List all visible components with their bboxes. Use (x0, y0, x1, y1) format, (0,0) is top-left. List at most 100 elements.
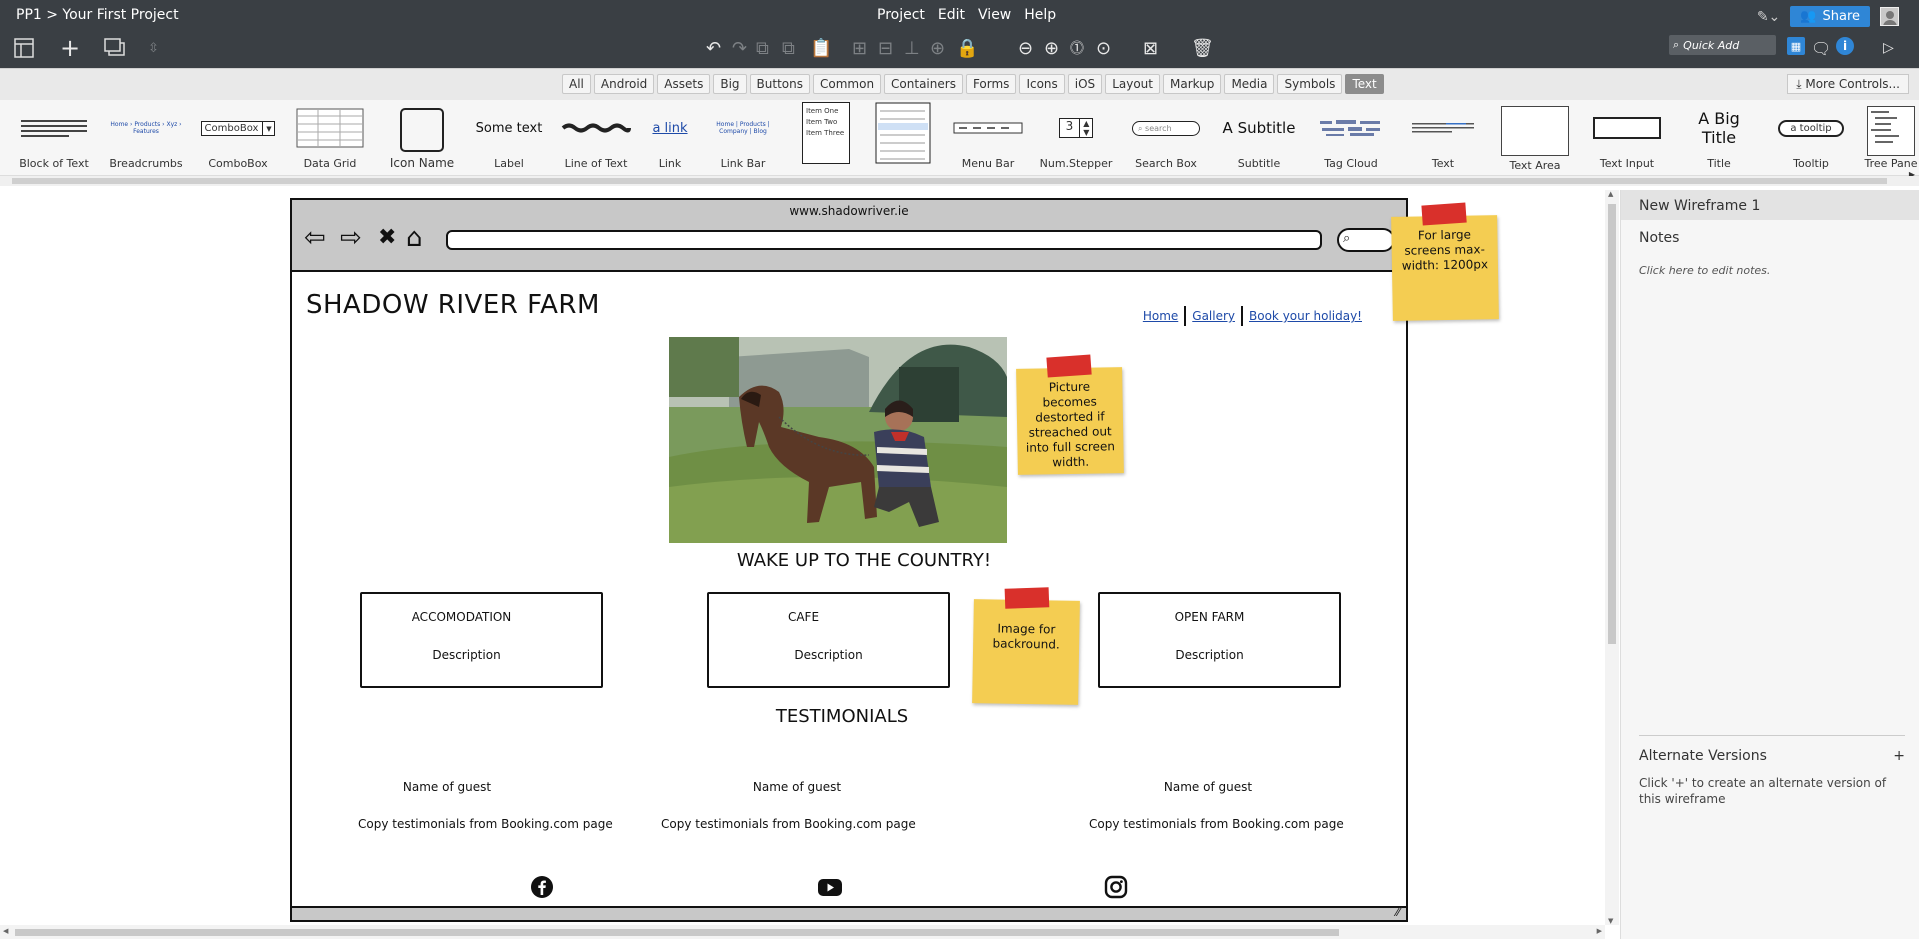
ungroup-icon[interactable]: ⊟ (878, 36, 893, 60)
menu-help[interactable]: Help (1024, 7, 1056, 23)
tab-buttons[interactable]: Buttons (749, 74, 810, 94)
library-scrollbar[interactable] (0, 176, 1919, 186)
subtitle-preview: A Subtitle (1222, 119, 1296, 137)
zoom-in-icon[interactable]: ⊕ (1044, 36, 1059, 60)
tab-media[interactable]: Media (1224, 74, 1275, 94)
actual-size-icon[interactable]: ⓵ (1070, 36, 1084, 60)
tab-big[interactable]: Big (713, 74, 747, 94)
library-item[interactable]: Text Area (1495, 100, 1575, 176)
grid-view-icon[interactable]: ▦ (1787, 37, 1805, 55)
browser-window-mockup[interactable]: www.shadowriver.ie ⇦ ⇨ ✖ ⌂ ⌕ SHADOW RIVE… (290, 198, 1408, 922)
back-arrow-icon: ⇦ (304, 223, 326, 253)
library-item[interactable]: Some text Label (469, 100, 549, 176)
undo-icon[interactable]: ↶ (706, 36, 721, 60)
library-item-label: Icon Name (389, 156, 455, 170)
library-filter-bar: All Android Assets Big Buttons Common Containe… (0, 68, 1919, 100)
canvas-vertical-scrollbar[interactable]: ▲ ▼ (1605, 190, 1619, 925)
library-item[interactable]: Block of Text (14, 100, 94, 176)
project-breadcrumb[interactable]: PP1 > Your First Project (16, 7, 179, 23)
nav-link-home[interactable]: Home (1137, 309, 1184, 323)
library-item[interactable]: Tag Cloud (1311, 100, 1391, 176)
wireframe-canvas[interactable]: www.shadowriver.ie ⇦ ⇨ ✖ ⌂ ⌕ SHADOW RIVE… (0, 190, 1605, 925)
library-item[interactable]: a tooltip Tooltip (1771, 100, 1851, 176)
tab-common[interactable]: Common (813, 74, 882, 94)
library-item[interactable]: 3 ▲ ▼ Num.Stepper (1036, 100, 1116, 176)
paste-style-icon[interactable]: ⧉ (782, 36, 795, 60)
library-item[interactable]: Text (1403, 100, 1483, 176)
combobox-preview: ComboBox (204, 122, 259, 134)
clipboard-icon[interactable]: 📋 (810, 36, 832, 60)
card-description: Description (1175, 648, 1244, 662)
tab-icons[interactable]: Icons (1019, 74, 1065, 94)
notes-edit-area[interactable]: Click here to edit notes. (1621, 246, 1919, 277)
comment-icon[interactable]: 🗨 (1811, 36, 1831, 60)
library-item[interactable]: ⌕ search Search Box (1126, 100, 1206, 176)
present-icon[interactable]: ▷ (1883, 36, 1894, 60)
tab-containers[interactable]: Containers (884, 74, 963, 94)
library-item[interactable]: A Subtitle Subtitle (1219, 100, 1299, 176)
tab-markup[interactable]: Markup (1162, 74, 1222, 94)
card-description: Description (432, 648, 501, 662)
copy-icon[interactable]: ⧉ (756, 36, 769, 60)
tab-forms[interactable]: Forms (965, 74, 1017, 94)
testimonial-guest-name: Name of guest (752, 780, 842, 794)
duplicate-icon[interactable] (104, 36, 130, 60)
library-item-label: Num.Stepper (1039, 157, 1113, 170)
tab-assets[interactable]: Assets (657, 74, 711, 94)
library-item[interactable]: Icon Name (382, 100, 462, 176)
sort-icon[interactable]: ⇳ (148, 36, 159, 60)
share-button[interactable]: 👥 Share (1790, 6, 1870, 27)
redo-icon[interactable]: ↷ (732, 36, 747, 60)
tab-text[interactable]: Text (1345, 74, 1384, 94)
menu-project[interactable]: Project (877, 7, 925, 23)
library-item[interactable]: Home › Products › Xyz › Features Breadcr… (106, 100, 186, 176)
menu-edit[interactable]: Edit (938, 7, 965, 23)
library-item-label: Subtitle (1237, 157, 1281, 170)
library-item[interactable]: Data Grid (290, 100, 370, 176)
pencil-icon[interactable]: ✎⌄ (1757, 9, 1780, 25)
sticky-note-max-width[interactable]: For large screens max-width: 1200px (1391, 202, 1499, 321)
library-item[interactable]: A Big Title Title (1679, 100, 1759, 176)
notes-label: Notes (1639, 230, 1680, 246)
fit-zoom-icon[interactable]: ⊙ (1096, 36, 1111, 60)
library-item[interactable]: Item One Item Two Item Three (800, 100, 852, 176)
canvas-horizontal-scrollbar[interactable]: ◀ ▶ (0, 925, 1605, 939)
resize-handle-icon[interactable]: ⁄⁄ (1396, 905, 1400, 919)
library-item-label: Search Box (1135, 157, 1197, 170)
library-item[interactable]: Menu Bar (948, 100, 1028, 176)
trash-icon[interactable]: 🗑 (1191, 36, 1214, 60)
tab-symbols[interactable]: Symbols (1277, 74, 1343, 94)
list-item: Item Two (806, 118, 838, 126)
library-item[interactable]: Tree Pane (1863, 100, 1919, 176)
wireframe-name[interactable]: New Wireframe 1 (1621, 190, 1919, 220)
more-controls-button[interactable]: ⤓ More Controls... (1787, 74, 1909, 94)
avatar[interactable] (1880, 7, 1899, 26)
clear-icon[interactable]: ⊠ (1143, 36, 1158, 60)
nav-link-gallery[interactable]: Gallery (1186, 309, 1241, 323)
library-item[interactable]: Home | Products | Company | Blog Link Ba… (703, 100, 783, 176)
library-item[interactable]: Text Input (1587, 100, 1667, 176)
library-item[interactable]: a link Link (630, 100, 710, 176)
tab-ios[interactable]: iOS (1067, 74, 1103, 94)
nav-link-book[interactable]: Book your holiday! (1243, 309, 1368, 323)
add-alternate-version-button[interactable]: + (1893, 748, 1905, 764)
library-item[interactable]: ComboBox ▼ ComboBox (198, 100, 278, 176)
sticky-note-picture[interactable]: Picture becomes destorted if streached o… (1016, 354, 1124, 475)
tab-layout[interactable]: Layout (1105, 74, 1160, 94)
library-item[interactable]: Line of Text (556, 100, 636, 176)
group-icon[interactable]: ⊞ (852, 36, 867, 60)
add-icon[interactable]: + (60, 34, 80, 62)
tab-android[interactable]: Android (593, 74, 655, 94)
quick-add-input[interactable]: ⌕ Quick Add (1669, 35, 1776, 55)
lock-icon[interactable]: 🔒 (956, 36, 978, 60)
layout-panel-icon[interactable] (14, 36, 34, 60)
library-item[interactable] (874, 100, 932, 176)
menu-view[interactable]: View (978, 7, 1011, 23)
hero-heading: WAKE UP TO THE COUNTRY! (736, 550, 992, 571)
arrange-icon[interactable]: ⊕ (930, 36, 945, 60)
zoom-out-icon[interactable]: ⊖ (1018, 36, 1033, 60)
align-icon[interactable]: ⊥ (904, 36, 920, 60)
sticky-note-background[interactable]: Image for backround. (972, 587, 1080, 705)
info-icon[interactable]: i (1836, 37, 1854, 55)
tab-all[interactable]: All (562, 74, 591, 94)
